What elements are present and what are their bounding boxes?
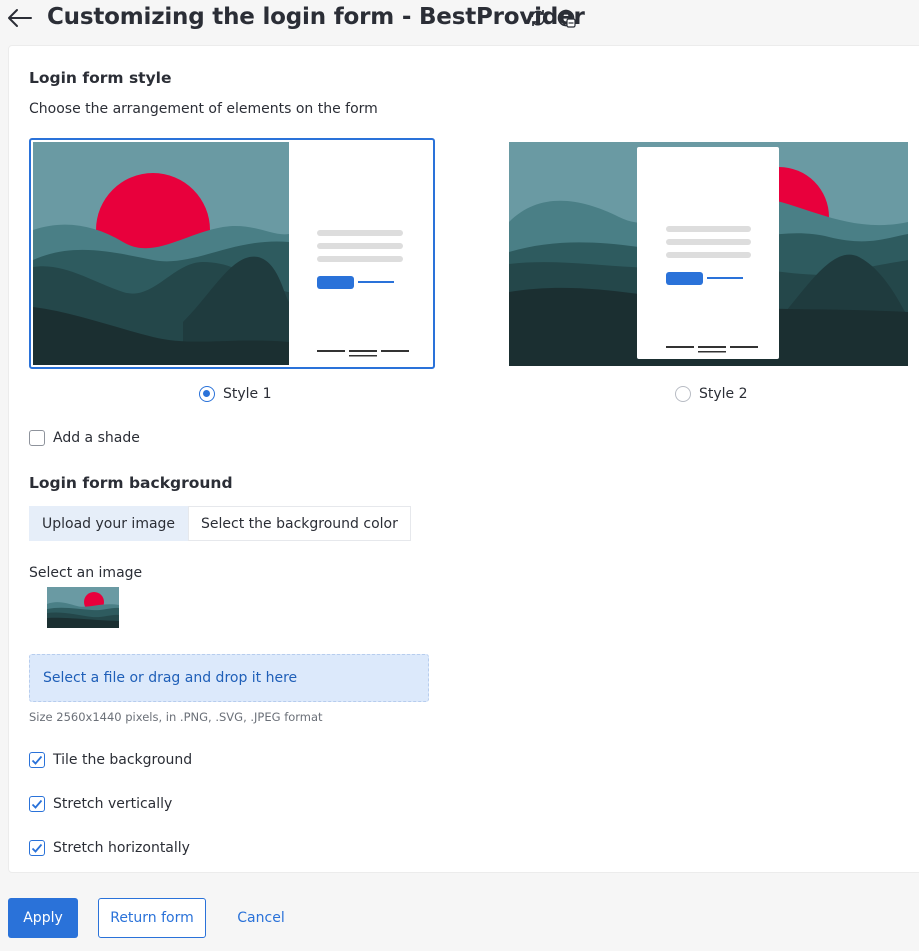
checkbox-checked-icon — [29, 796, 45, 812]
return-form-button[interactable]: Return form — [98, 898, 206, 938]
tile-background-checkbox[interactable]: Tile the background — [29, 752, 192, 768]
settings-card: Login form style Choose the arrangement … — [8, 45, 919, 873]
add-shade-label: Add a shade — [53, 430, 140, 446]
page-header: Customizing the login form - BestProvide… — [0, 0, 919, 40]
apply-button[interactable]: Apply — [8, 898, 78, 938]
refresh-icon[interactable] — [528, 8, 548, 28]
tab-upload-image[interactable]: Upload your image — [29, 506, 189, 541]
globe-icon[interactable] — [556, 8, 576, 28]
background-tabs: Upload your image Select the background … — [29, 506, 411, 541]
checkbox-checked-icon — [29, 840, 45, 856]
stretch-horizontally-checkbox[interactable]: Stretch horizontally — [29, 840, 190, 856]
style-section-subtitle: Choose the arrangement of elements on th… — [29, 101, 378, 117]
radio-unselected-icon — [675, 386, 691, 402]
style-1-radio[interactable]: Style 1 — [199, 386, 272, 402]
style-1-label: Style 1 — [223, 386, 272, 402]
tile-background-label: Tile the background — [53, 752, 193, 768]
stretch-vertically-label: Stretch vertically — [53, 796, 173, 812]
style-2-radio[interactable]: Style 2 — [675, 386, 748, 402]
background-section-title: Login form background — [29, 474, 233, 492]
radio-selected-icon — [199, 386, 215, 402]
style-1-preview[interactable] — [29, 138, 435, 369]
style-2-preview[interactable] — [509, 142, 908, 366]
style-section-title: Login form style — [29, 69, 172, 87]
checkbox-unchecked-icon — [29, 430, 45, 446]
page-title: Customizing the login form - BestProvide… — [47, 4, 585, 30]
select-image-label: Select an image — [29, 565, 143, 581]
back-arrow-icon[interactable] — [7, 6, 33, 30]
background-thumbnail[interactable] — [47, 587, 119, 628]
stretch-vertically-checkbox[interactable]: Stretch vertically — [29, 796, 172, 812]
file-dropzone[interactable]: Select a file or drag and drop it here — [29, 654, 429, 702]
file-format-hint: Size 2560x1440 pixels, in .PNG, .SVG, .J… — [29, 710, 323, 724]
add-shade-checkbox[interactable]: Add a shade — [29, 430, 140, 446]
stretch-horizontally-label: Stretch horizontally — [53, 840, 190, 856]
tab-background-color[interactable]: Select the background color — [188, 506, 411, 541]
style-2-label: Style 2 — [699, 386, 748, 402]
checkbox-checked-icon — [29, 752, 45, 768]
cancel-button[interactable]: Cancel — [226, 898, 296, 938]
